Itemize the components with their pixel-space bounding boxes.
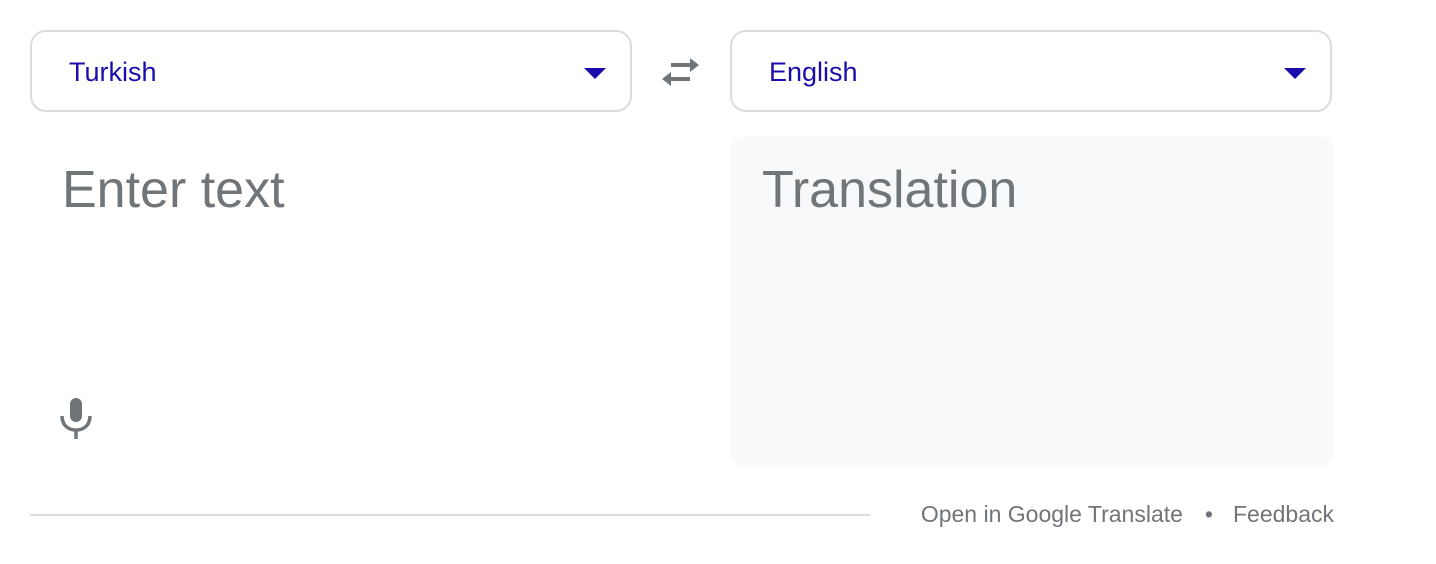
translate-widget: Turkish English Translation Open in Goog… xyxy=(0,0,1436,564)
source-text-input[interactable] xyxy=(62,160,662,220)
footer-links: Open in Google Translate • Feedback xyxy=(921,499,1334,529)
feedback-link[interactable]: Feedback xyxy=(1233,501,1334,527)
swap-languages-button[interactable] xyxy=(655,50,705,94)
footer-divider xyxy=(30,514,870,516)
source-language-label: Turkish xyxy=(69,57,157,87)
translation-output: Translation xyxy=(730,136,1334,467)
source-text-area xyxy=(30,136,670,466)
voice-input-button[interactable] xyxy=(58,394,94,442)
target-language-select[interactable]: English xyxy=(730,30,1332,112)
source-language-select[interactable]: Turkish xyxy=(30,30,632,112)
swap-arrows-icon xyxy=(662,58,699,86)
target-language-label: English xyxy=(769,57,858,87)
triangle-down-icon xyxy=(584,68,606,79)
triangle-down-icon xyxy=(1284,68,1306,79)
open-in-google-translate-link[interactable]: Open in Google Translate xyxy=(921,501,1183,527)
translation-placeholder: Translation xyxy=(762,161,1018,219)
microphone-icon xyxy=(60,398,92,439)
footer-separator: • xyxy=(1204,501,1213,527)
